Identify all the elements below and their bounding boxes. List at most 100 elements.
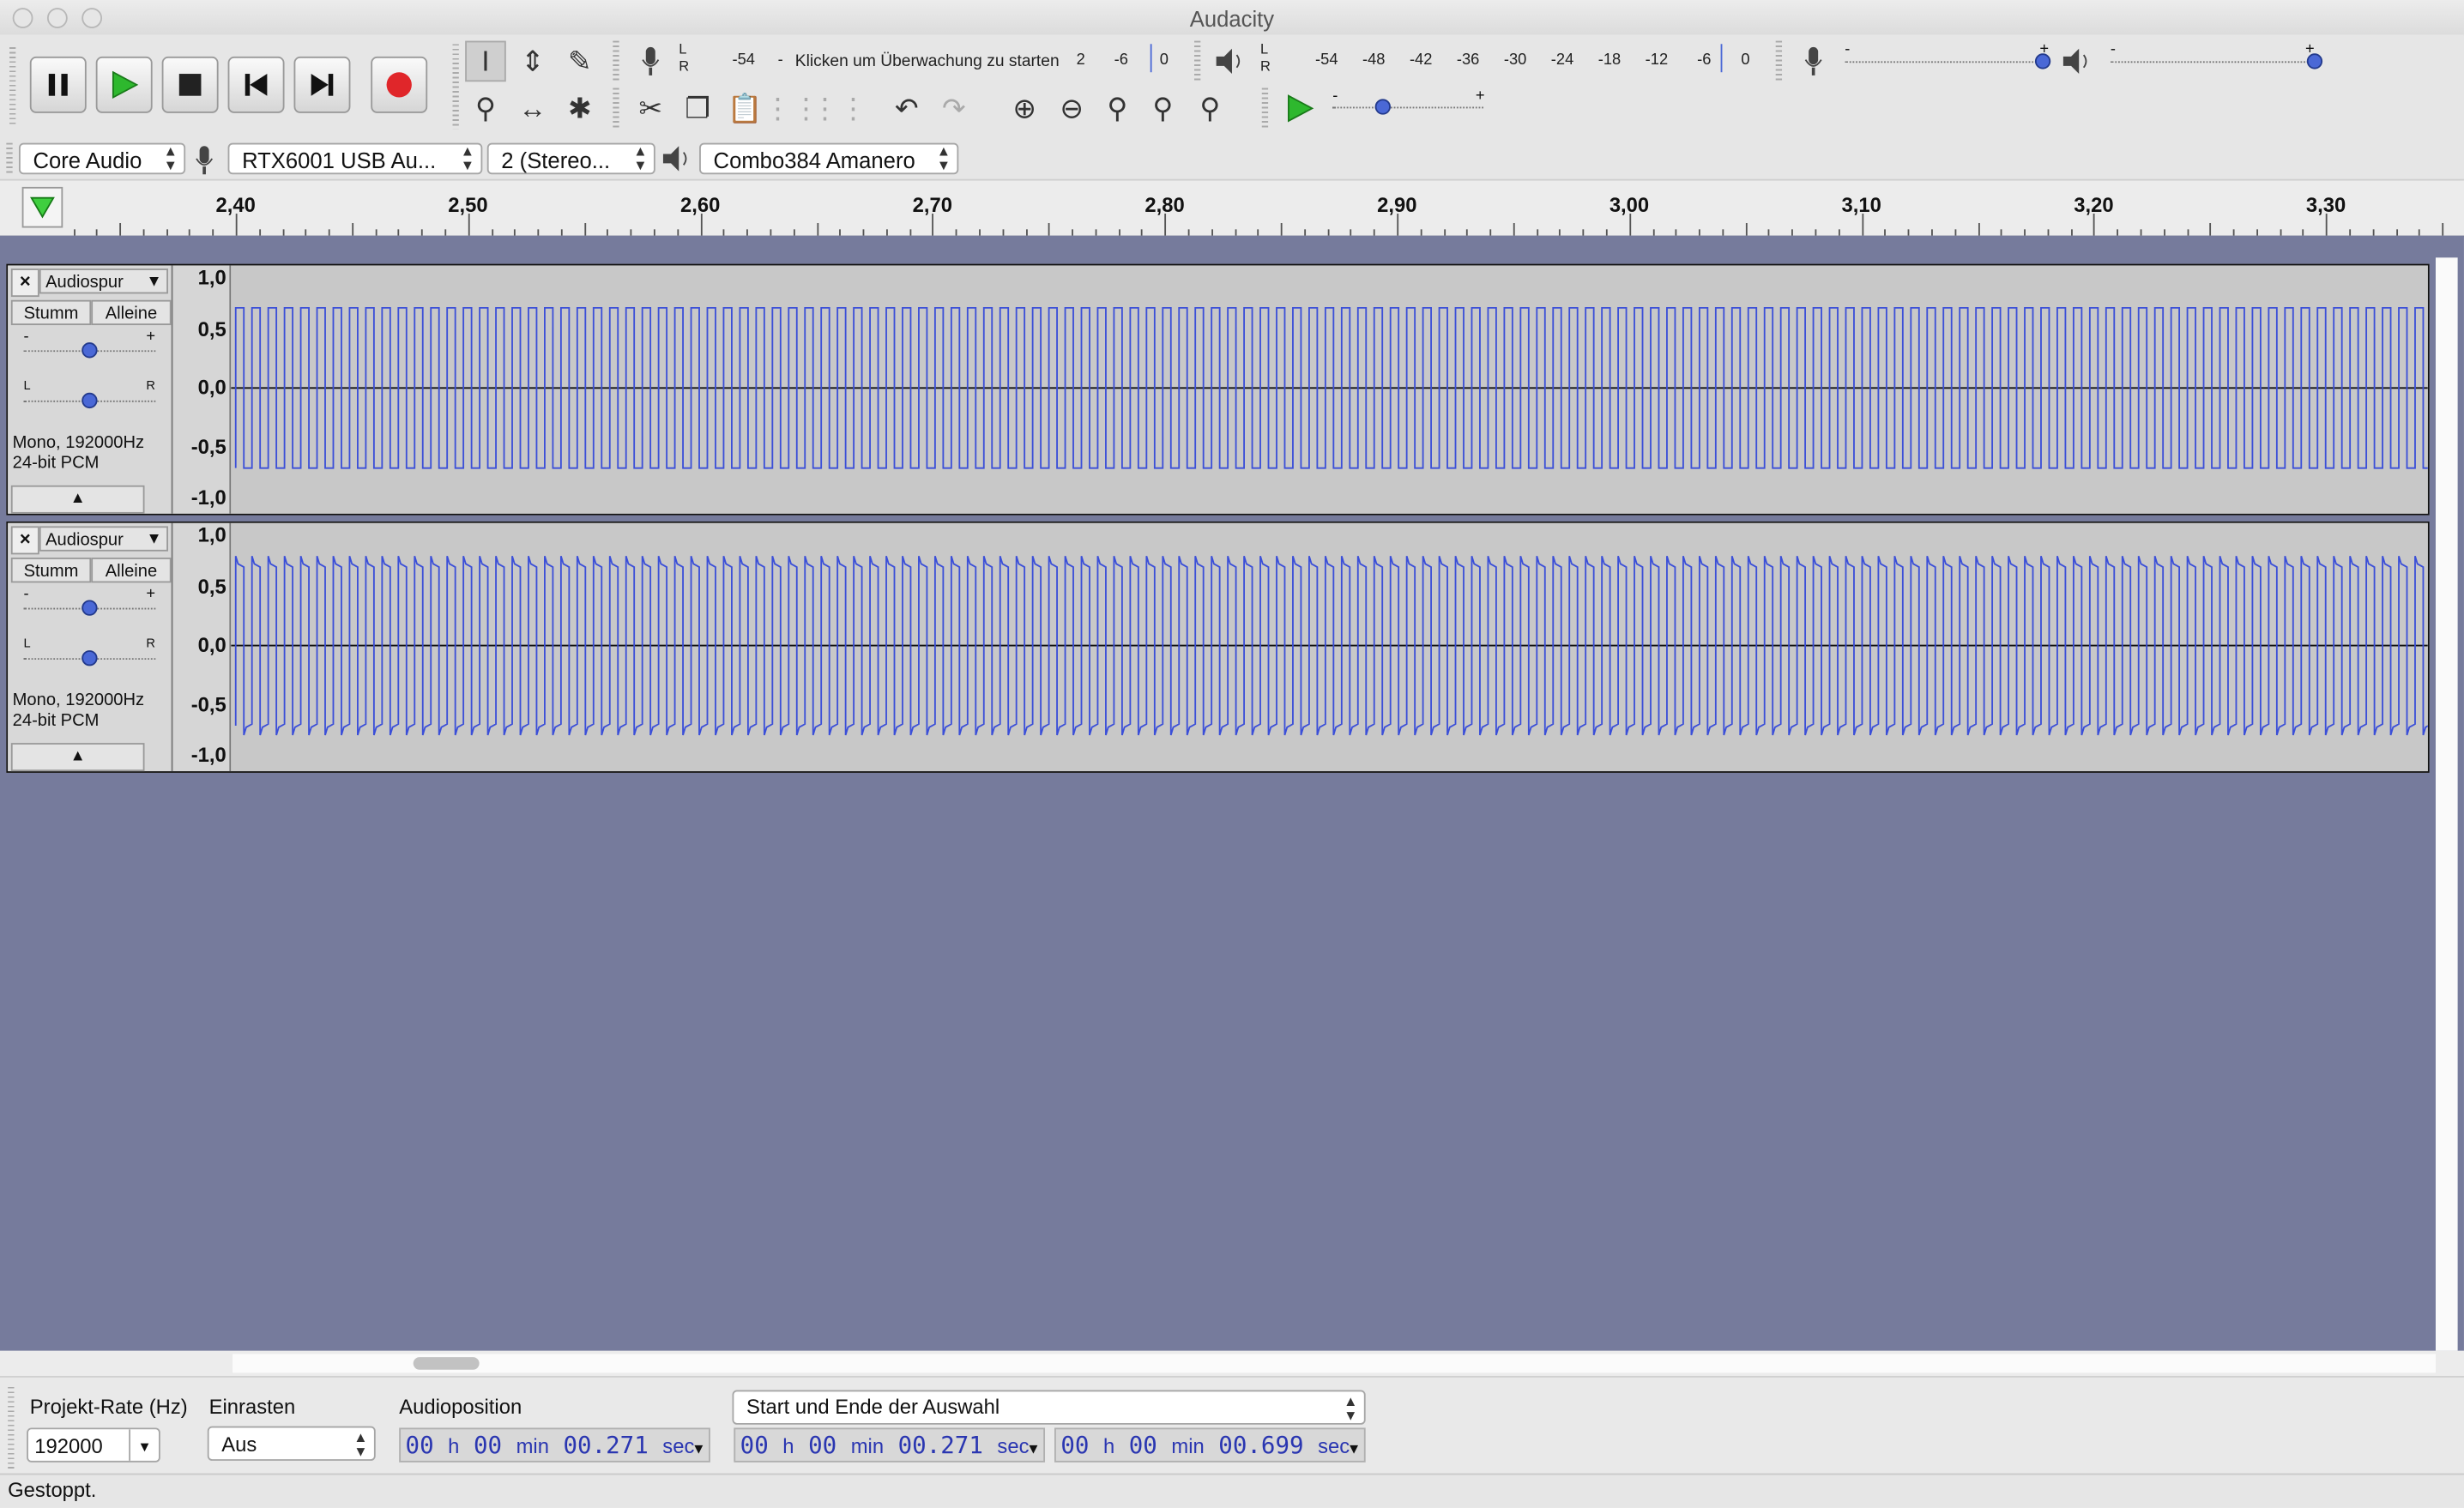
mute-button[interactable]: Stumm <box>10 299 92 326</box>
dropdown-arrow-icon[interactable]: ▼ <box>1029 1442 1037 1457</box>
skip-to-end-button[interactable] <box>293 56 351 113</box>
ruler-tick <box>1954 229 1956 236</box>
pan-slider[interactable]: L R <box>21 636 159 674</box>
multi-tool[interactable]: ✱ <box>559 88 601 130</box>
dropdown-arrow-icon[interactable]: ▼ <box>129 1429 159 1461</box>
selection-start-time[interactable]: 00 h 00 min 00.271 sec▼ <box>734 1427 1046 1463</box>
toolbar-grip[interactable] <box>9 46 16 126</box>
play-button[interactable] <box>95 56 153 113</box>
selection-end-time[interactable]: 00 h 00 min 00.699 sec▼ <box>1054 1427 1366 1463</box>
zoom-out-button[interactable]: ⊖ <box>1051 88 1092 130</box>
gain-slider[interactable]: - + <box>21 329 159 366</box>
toolbar-grip[interactable] <box>1775 40 1783 82</box>
audio-track[interactable]: × Audiospur ▼ Stumm Alleine - + L R Mono… <box>6 521 2432 773</box>
toolbar-grip[interactable] <box>8 1386 15 1469</box>
record-button[interactable] <box>371 56 428 113</box>
toolbar-grip[interactable] <box>1194 40 1201 82</box>
ruler-tick <box>1815 229 1817 236</box>
horizontal-scrollbar[interactable] <box>0 1350 2464 1377</box>
cut-button[interactable]: ✂ <box>630 88 671 130</box>
dropdown-arrow-icon[interactable]: ▼ <box>694 1442 703 1457</box>
audio-position-time[interactable]: 00 h 00 min 00.271 sec▼ <box>399 1427 710 1463</box>
gain-slider[interactable]: - + <box>21 586 159 624</box>
slider-thumb[interactable] <box>82 650 98 667</box>
pan-slider[interactable]: L R <box>21 378 159 417</box>
close-track-button[interactable]: × <box>10 526 39 555</box>
playback-volume-slider[interactable]: - + <box>2107 41 2323 78</box>
pause-button[interactable] <box>29 56 87 113</box>
slider-thumb[interactable] <box>82 392 98 409</box>
toolbar-grip[interactable] <box>613 87 619 130</box>
scroll-thumb[interactable] <box>413 1357 480 1370</box>
vertical-scrollbar[interactable] <box>2435 257 2458 1351</box>
toolbar-grip[interactable] <box>1261 87 1269 130</box>
trim-button[interactable]: ⋮⋮ <box>764 88 820 130</box>
record-meter-button[interactable] <box>630 41 671 82</box>
track-name-menu[interactable]: Audiospur ▼ <box>39 268 168 294</box>
record-meter[interactable]: L R -54 - Klicken um Überwachung zu star… <box>677 41 1183 82</box>
timeshift-tool[interactable]: ↔ <box>512 88 553 130</box>
redo-button[interactable]: ↷ <box>933 88 975 130</box>
skip-to-start-button[interactable] <box>227 56 285 113</box>
slider-thumb[interactable] <box>1374 99 1391 115</box>
recording-channels-select[interactable]: 2 (Stereo... ▲ ▼ <box>486 142 655 175</box>
playback-meter[interactable]: L R -54 -48 -42 -36 -30 -24 -18 -12 -6 0 <box>1259 41 1765 82</box>
toolbar-grip[interactable] <box>6 142 13 175</box>
toolbar-grip[interactable] <box>613 40 619 82</box>
project-rate-combo[interactable]: 192000 ▼ <box>27 1427 160 1463</box>
audio-track[interactable]: × Audiospur ▼ Stumm Alleine - + L R Mono… <box>6 263 2431 516</box>
draw-tool[interactable]: ✎ <box>559 41 601 82</box>
track-panel[interactable]: × Audiospur ▼ Stumm Alleine - + L R Mono… <box>0 235 2464 1351</box>
ruler-tick <box>677 229 679 236</box>
meter-tick: 0 <box>1741 51 1750 69</box>
collapse-track-button[interactable]: ▲ <box>10 485 145 514</box>
slider-thumb[interactable] <box>2306 53 2323 69</box>
zoom-in-button[interactable]: ⊕ <box>1004 88 1045 130</box>
close-track-button[interactable]: × <box>10 268 39 298</box>
snap-select[interactable]: Aus ▲ ▼ <box>207 1426 376 1461</box>
slider-thumb[interactable] <box>2035 53 2051 69</box>
slider-thumb[interactable] <box>82 342 98 359</box>
recording-device-select[interactable]: RTX6001 USB Au... ▲ ▼ <box>227 142 483 175</box>
paste-button[interactable]: 📋 <box>724 88 765 130</box>
fit-project-button[interactable]: ⚲ <box>1143 88 1184 130</box>
slider-thumb[interactable] <box>82 600 98 616</box>
silence-button[interactable]: ⋮⋮ <box>811 88 867 130</box>
meter-tick: -54 <box>732 51 755 69</box>
play-meter-button[interactable] <box>1210 41 1251 82</box>
ruler-tick <box>723 229 726 236</box>
undo-button[interactable]: ↶ <box>886 88 927 130</box>
selection-mode-select[interactable]: Start und Ende der Auswahl ▲ ▼ <box>732 1390 1366 1425</box>
ruler-tick <box>1791 229 1794 236</box>
zoom-toggle-button[interactable]: ⚲ <box>1190 88 1231 130</box>
vertical-amplitude-ruler[interactable]: 1,0 0,5 0,0 -0,5 -1,0 <box>172 265 232 514</box>
skip-end-icon <box>311 74 334 96</box>
solo-button[interactable]: Alleine <box>91 299 172 326</box>
toolbar-grip[interactable] <box>452 44 459 130</box>
collapse-track-button[interactable]: ▲ <box>10 743 145 772</box>
dropdown-arrow-icon[interactable]: ▼ <box>1350 1442 1358 1457</box>
fit-selection-button[interactable]: ⚲ <box>1096 88 1138 130</box>
envelope-tool[interactable]: ⇕ <box>512 41 553 82</box>
copy-icon: ❐ <box>685 92 710 124</box>
vertical-amplitude-ruler[interactable]: 1,0 0,5 0,0 -0,5 -1,0 <box>172 522 232 772</box>
solo-button[interactable]: Alleine <box>91 558 172 583</box>
waveform-view[interactable] <box>231 522 2432 772</box>
track-rate-info: Mono, 192000Hz <box>12 433 145 453</box>
mute-button[interactable]: Stumm <box>10 558 92 583</box>
hours-value: 00 <box>740 1431 769 1460</box>
audio-host-select[interactable]: Core Audio ▲ ▼ <box>18 142 186 175</box>
amplitude-label: 0,0 <box>197 375 226 400</box>
play-speed-slider[interactable]: - + <box>1330 88 1487 125</box>
waveform-view[interactable] <box>231 265 2431 514</box>
zoom-tool[interactable]: ⚲ <box>465 88 506 130</box>
selection-tool[interactable]: I <box>465 40 506 82</box>
ruler-tick <box>1257 229 1259 236</box>
playback-device-select[interactable]: Combo384 Amanero ▲ ▼ <box>699 142 959 175</box>
stop-button[interactable] <box>161 56 219 113</box>
recording-volume-slider[interactable]: - + <box>1842 41 2056 78</box>
track-name-menu[interactable]: Audiospur ▼ <box>39 526 168 552</box>
copy-button[interactable]: ❐ <box>677 88 718 130</box>
timeline-ruler[interactable]: 2,40 2,50 2,60 2,70 2,80 2,90 3,00 3,10 3,20 3,30 <box>0 180 2464 238</box>
play-at-speed-button[interactable] <box>1279 88 1320 130</box>
